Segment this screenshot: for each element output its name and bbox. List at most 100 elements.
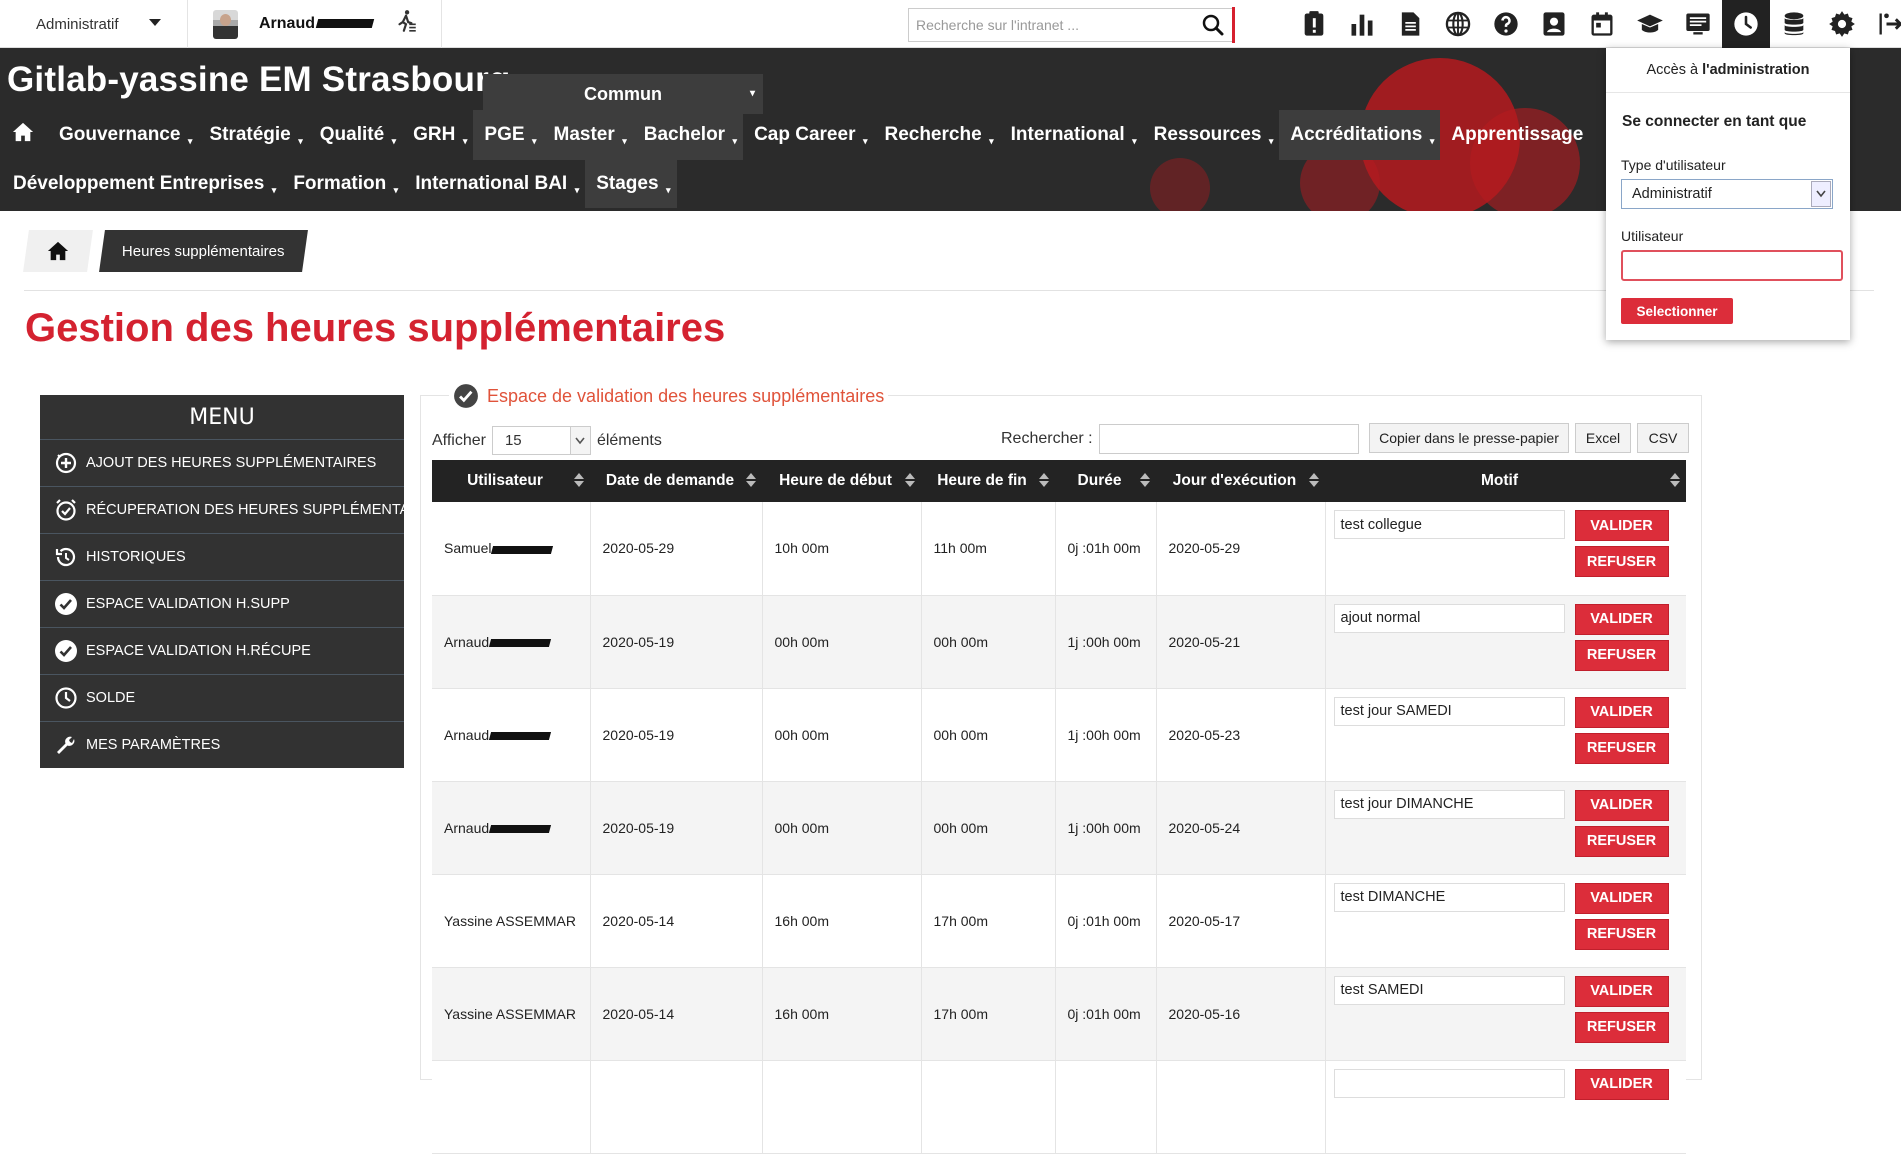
menu-item-validation-hrecupe[interactable]: ESPACE VALIDATION H.RÉCUPE: [40, 627, 404, 674]
bar-chart-icon[interactable]: [1338, 0, 1386, 48]
nav-home[interactable]: [0, 110, 48, 160]
refuse-button[interactable]: REFUSER: [1574, 825, 1669, 857]
nav-pge[interactable]: PGE ▾: [473, 110, 543, 160]
admin-access-link[interactable]: Accès à l'administration: [1606, 48, 1850, 93]
search-input[interactable]: [909, 9, 1179, 41]
copy-button[interactable]: Copier dans le presse-papier: [1369, 423, 1569, 453]
database-icon[interactable]: [1770, 0, 1818, 48]
menu-item-ajout[interactable]: AJOUT DES HEURES SUPPLÉMENTAIRES: [40, 439, 404, 486]
refuse-button[interactable]: REFUSER: [1574, 1011, 1669, 1043]
menu-item-label: SOLDE: [86, 690, 136, 706]
alert-clipboard-icon[interactable]: [1290, 0, 1338, 48]
page-length-select[interactable]: 15: [491, 426, 591, 455]
validate-button[interactable]: VALIDER: [1574, 696, 1669, 728]
dropdown-icon: ▾: [989, 136, 994, 146]
nav-recherche[interactable]: Recherche ▾: [873, 110, 999, 160]
menu-item-parametres[interactable]: MES PARAMÈTRES: [40, 721, 404, 768]
col-duree[interactable]: Durée: [1055, 460, 1156, 502]
redaction-mark: [489, 638, 552, 647]
col-utilisateur[interactable]: Utilisateur: [432, 460, 590, 502]
site-title[interactable]: Gitlab-yassine EM Strasbourg: [7, 60, 511, 100]
validate-button[interactable]: VALIDER: [1574, 882, 1669, 914]
nav-apprentissage[interactable]: Apprentissage: [1440, 110, 1601, 160]
nav-gouvernance[interactable]: Gouvernance ▾: [48, 110, 198, 160]
excel-button[interactable]: Excel: [1575, 423, 1631, 453]
refuse-button[interactable]: REFUSER: [1574, 546, 1669, 577]
gear-icon[interactable]: [1818, 0, 1866, 48]
nav-ressources[interactable]: Ressources ▾: [1143, 110, 1280, 160]
side-menu: MENU AJOUT DES HEURES SUPPLÉMENTAIRES RÉ…: [40, 395, 443, 768]
menu-item-solde[interactable]: SOLDE: [40, 674, 404, 721]
filter-input[interactable]: [1098, 424, 1359, 454]
validate-button[interactable]: VALIDER: [1574, 603, 1669, 635]
nav-international[interactable]: International ▾: [1000, 110, 1143, 160]
graduation-cap-icon[interactable]: [1626, 0, 1674, 48]
document-icon[interactable]: [1386, 0, 1434, 48]
validate-button[interactable]: VALIDER: [1574, 1068, 1669, 1100]
motif-input[interactable]: test jour DIMANCHE: [1333, 789, 1565, 819]
nav-bachelor[interactable]: Bachelor ▾: [632, 110, 744, 160]
refuse-button[interactable]: REFUSER: [1574, 732, 1669, 764]
motif-input[interactable]: test jour SAMEDI: [1333, 696, 1565, 726]
cell-exec: 2020-05-21: [1156, 595, 1326, 689]
clock-icon[interactable]: [1722, 0, 1770, 48]
calendar-icon[interactable]: [1578, 0, 1626, 48]
check-circle-icon: [54, 639, 78, 663]
table-row: Yassine ASSEMMAR 2020-05-14 16h 00m 17h …: [432, 874, 1686, 968]
refuse-button[interactable]: REFUSER: [1574, 639, 1669, 671]
logout-icon[interactable]: [1866, 0, 1901, 48]
nav-qualite[interactable]: Qualité ▾: [309, 110, 402, 160]
motif-input[interactable]: [1333, 1068, 1565, 1098]
validate-button[interactable]: VALIDER: [1574, 789, 1669, 821]
select-button[interactable]: Selectionner: [1621, 298, 1733, 324]
csv-button[interactable]: CSV: [1637, 423, 1689, 453]
walking-person-icon[interactable]: [393, 8, 419, 40]
nav-strategie[interactable]: Stratégie ▾: [198, 110, 308, 160]
motif-input[interactable]: test collegue: [1333, 510, 1565, 539]
panel-legend-text: Espace de validation des heures suppléme…: [487, 385, 885, 406]
col-motif[interactable]: Motif: [1325, 460, 1686, 502]
breadcrumb-home[interactable]: [23, 230, 93, 272]
refuse-button[interactable]: REFUSER: [1574, 918, 1669, 950]
col-date-demande[interactable]: Date de demande: [590, 460, 762, 502]
search-icon[interactable]: [1193, 7, 1235, 43]
nav-master[interactable]: Master ▾: [542, 110, 633, 160]
user-input[interactable]: [1621, 250, 1843, 281]
cell-date: 2020-05-29: [590, 502, 763, 596]
nav-developpement-entreprises[interactable]: Développement Entreprises ▾: [0, 160, 282, 208]
col-jour-execution[interactable]: Jour d'exécution: [1156, 460, 1325, 502]
cell-duration: 1j :00h 00m: [1055, 781, 1157, 875]
nav-commun[interactable]: Commun ▾: [483, 74, 763, 114]
show-label: Afficher: [432, 431, 486, 449]
nav-stages[interactable]: Stages ▾: [585, 160, 677, 208]
dropdown-icon: ▾: [391, 136, 397, 146]
contact-card-icon[interactable]: [1530, 0, 1578, 48]
motif-input[interactable]: test DIMANCHE: [1333, 882, 1565, 912]
validate-button[interactable]: VALIDER: [1574, 510, 1669, 541]
menu-item-recuperation[interactable]: RÉCUPERATION DES HEURES SUPPLÉMENTAIRES: [40, 486, 443, 533]
help-icon[interactable]: [1482, 0, 1530, 48]
user-type-select[interactable]: Administratif: [1621, 179, 1833, 209]
nav-cap-career[interactable]: Cap Career ▾: [743, 110, 873, 160]
chevron-down-icon: [1811, 181, 1831, 207]
validate-button[interactable]: VALIDER: [1574, 975, 1669, 1007]
role-select[interactable]: Administratif: [0, 0, 188, 48]
redaction-mark: [491, 545, 554, 554]
screen-icon[interactable]: [1674, 0, 1722, 48]
nav-accreditations[interactable]: Accréditations ▾: [1279, 110, 1441, 160]
menu-item-historiques[interactable]: HISTORIQUES: [40, 533, 404, 580]
globe-icon[interactable]: [1434, 0, 1482, 48]
nav-formation[interactable]: Formation ▾: [282, 160, 404, 208]
motif-input[interactable]: test SAMEDI: [1333, 975, 1565, 1005]
page-title: Gestion des heures supplémentaires: [25, 306, 726, 350]
col-heure-fin[interactable]: Heure de fin: [921, 460, 1055, 502]
menu-item-label: MES PARAMÈTRES: [86, 737, 221, 753]
col-heure-debut[interactable]: Heure de début: [762, 460, 921, 502]
main-nav-row-2: Développement Entreprises ▾ Formation ▾ In…: [0, 160, 677, 208]
menu-item-validation-hsupp[interactable]: ESPACE VALIDATION H.SUPP: [40, 580, 404, 627]
user-area[interactable]: Arnaud: [188, 0, 442, 48]
user-type-label: Type d'utilisateur: [1621, 157, 1726, 173]
nav-grh[interactable]: GRH ▾: [402, 110, 473, 160]
nav-international-bai[interactable]: International BAI ▾: [404, 160, 585, 208]
motif-input[interactable]: ajout normal: [1333, 603, 1565, 633]
